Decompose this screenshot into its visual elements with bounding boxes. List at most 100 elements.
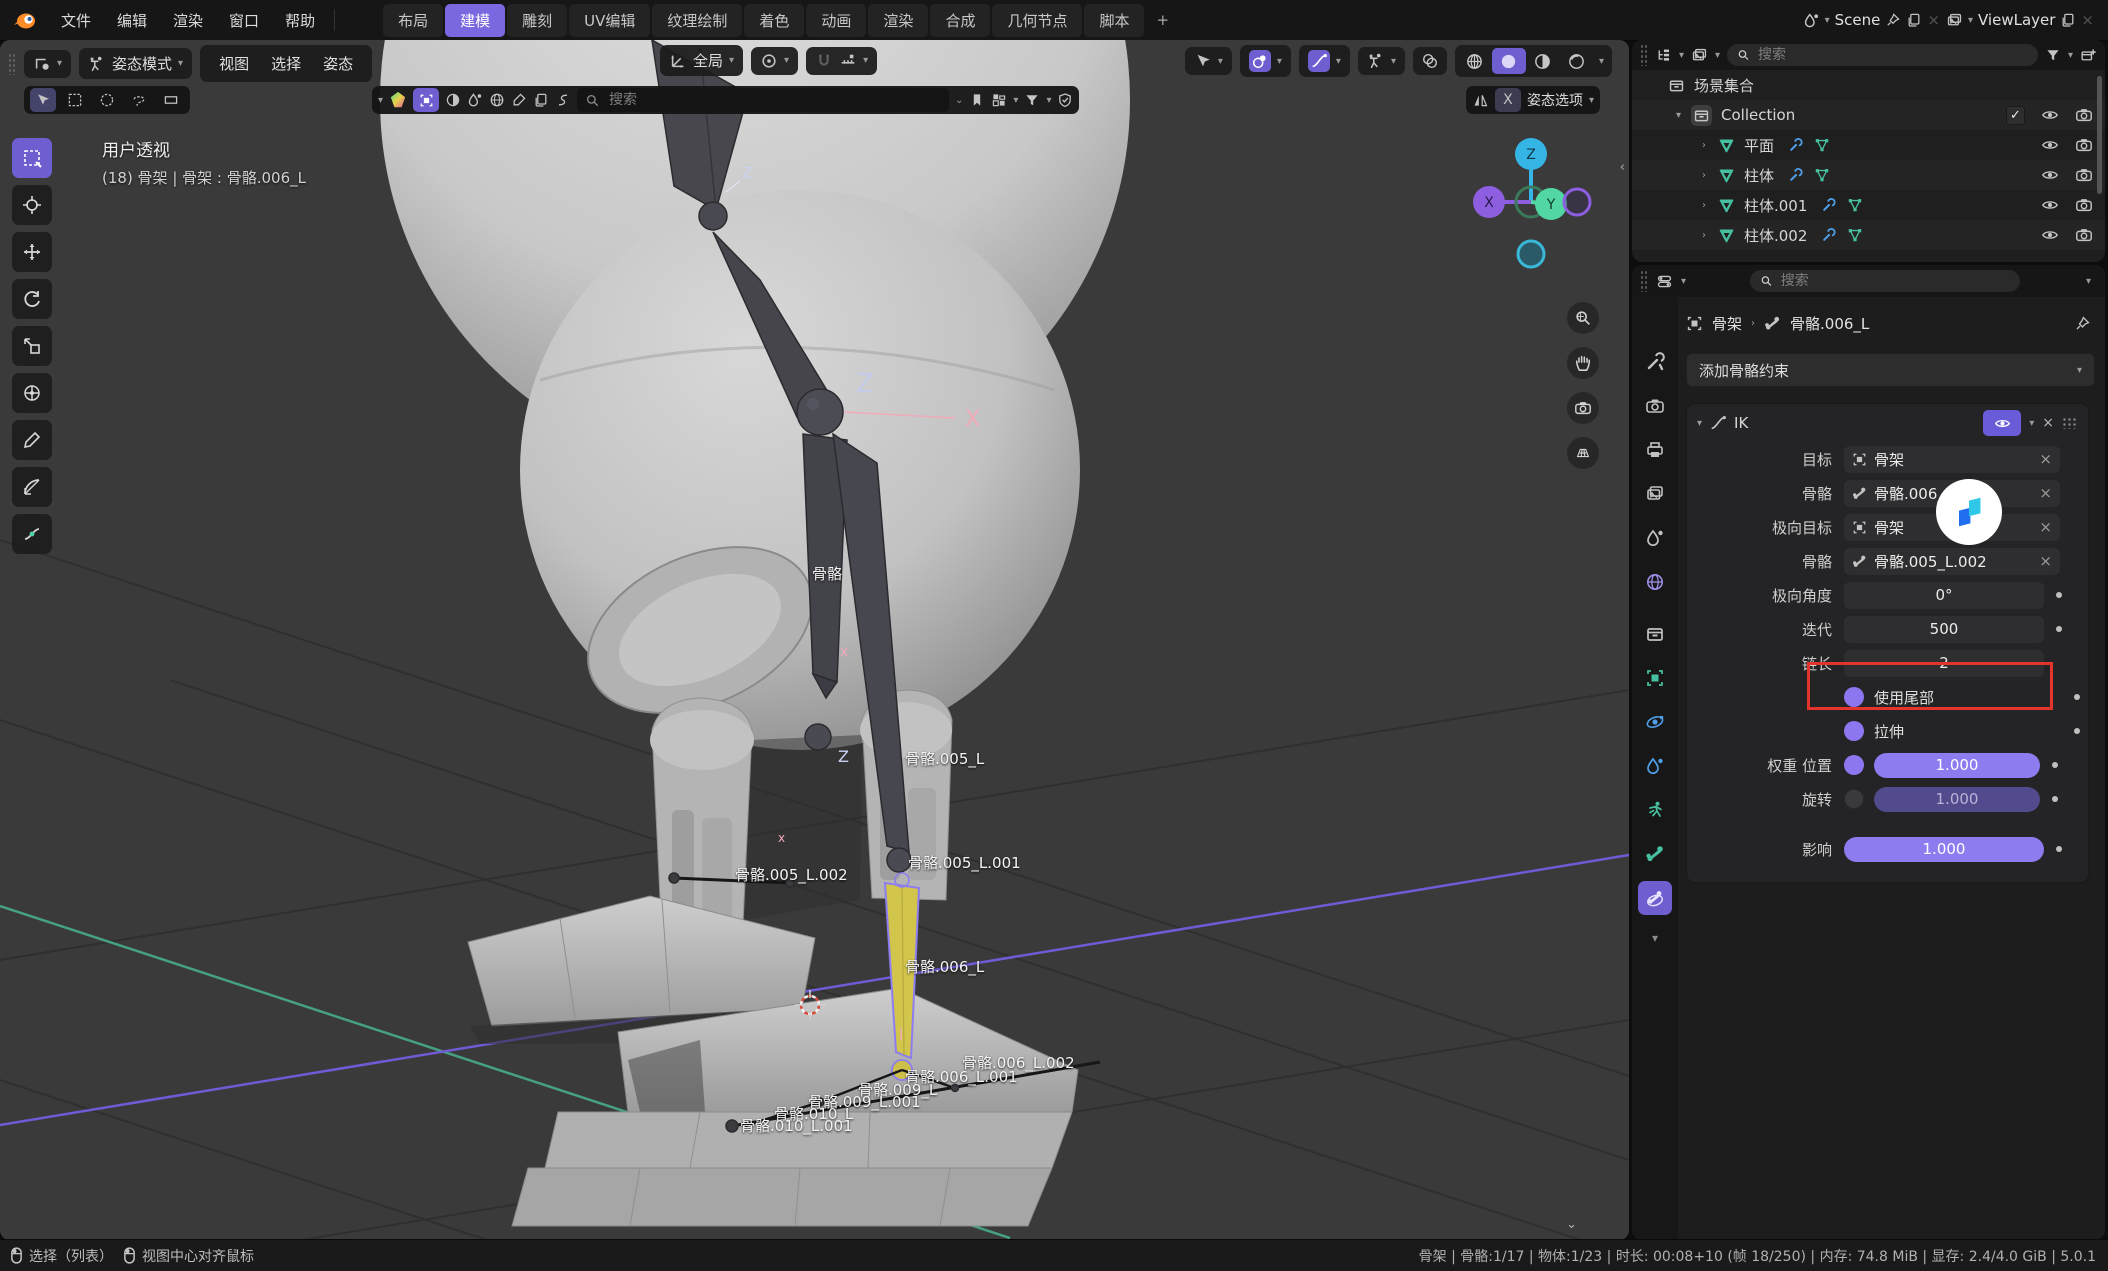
- viewport-canvas[interactable]: Z Z X Z x x: [0, 40, 1629, 1240]
- corner-resize-icon[interactable]: ⌄: [1566, 1217, 1577, 1232]
- add-workspace-button[interactable]: +: [1146, 5, 1179, 35]
- scene-collection-label[interactable]: 场景集合: [1694, 75, 1754, 96]
- shading-material-button[interactable]: [1526, 48, 1560, 74]
- rail-overflow-icon[interactable]: ▾: [1652, 931, 1658, 945]
- sidebar-toggle-icon[interactable]: ‹: [1620, 160, 1625, 175]
- drag-grip-icon[interactable]: [8, 53, 16, 75]
- select-extra-button[interactable]: [158, 88, 184, 112]
- scene-selector[interactable]: ▾ Scene ×: [1803, 11, 1940, 29]
- new-viewlayer-icon[interactable]: [2060, 12, 2076, 28]
- scene-collection-row[interactable]: 场景集合: [1632, 70, 2105, 100]
- drag-grip-icon[interactable]: [1640, 270, 1648, 292]
- bone-label[interactable]: 骨骼.005_L.001: [908, 852, 1021, 873]
- tool-measure[interactable]: [12, 467, 52, 507]
- ik-title[interactable]: IK: [1734, 414, 1748, 432]
- modifier-wrench-icon[interactable]: [1821, 197, 1837, 213]
- object-name[interactable]: 柱体: [1744, 165, 1774, 186]
- chevron-down-icon[interactable]: ▾: [2086, 276, 2091, 287]
- shading-wireframe-button[interactable]: [1458, 48, 1492, 74]
- viewlayer-name[interactable]: ViewLayer: [1978, 11, 2055, 29]
- iterations-field[interactable]: 500: [1844, 616, 2044, 643]
- mirror-x-toggle[interactable]: X: [1495, 88, 1521, 112]
- delete-constraint-icon[interactable]: ×: [2042, 415, 2054, 431]
- display-mode-icon[interactable]: [1691, 47, 1708, 64]
- select-tweak-button[interactable]: [30, 88, 56, 112]
- mode-dropdown[interactable]: 姿态模式 ▾: [79, 48, 192, 79]
- tab-bone-constraints[interactable]: [1638, 881, 1672, 915]
- workspace-tab-8[interactable]: 合成: [930, 4, 990, 37]
- workspace-tab-10[interactable]: 脚本: [1084, 4, 1144, 37]
- stroke-icon[interactable]: [555, 92, 571, 108]
- workspace-tab-0[interactable]: 布局: [383, 4, 443, 37]
- bone-label[interactable]: 骨骼.005_L: [905, 748, 984, 769]
- pages-icon[interactable]: [533, 92, 549, 108]
- pan-hand-button[interactable]: [1567, 347, 1599, 379]
- clear-icon[interactable]: ×: [2039, 552, 2052, 570]
- bookmark-icon[interactable]: [969, 92, 985, 108]
- new-collection-icon[interactable]: [2080, 47, 2097, 64]
- menu-pose[interactable]: 姿态: [313, 50, 363, 77]
- eye-icon[interactable]: [2041, 136, 2059, 154]
- constraint-enable-toggle[interactable]: [1983, 410, 2021, 436]
- gizmo-x[interactable]: X: [1484, 195, 1494, 211]
- outliner-search-input[interactable]: [1756, 46, 2028, 64]
- tab-output[interactable]: [1638, 433, 1672, 467]
- half-sphere-icon[interactable]: [445, 92, 461, 108]
- modifier-wrench-icon[interactable]: [1788, 167, 1804, 183]
- drag-grip-icon[interactable]: [1640, 44, 1648, 66]
- camera-icon[interactable]: [2075, 226, 2093, 244]
- mirror-icon[interactable]: [1472, 92, 1489, 109]
- brush-icon[interactable]: [511, 92, 527, 108]
- outliner-object-row[interactable]: ›平面: [1632, 130, 2105, 160]
- navigation-gizmo[interactable]: Z X Y: [1469, 132, 1593, 302]
- layout-icon[interactable]: [991, 92, 1007, 108]
- chevron-down-icon[interactable]: ▾: [378, 95, 383, 106]
- falloff-dropdown[interactable]: ▾: [1299, 45, 1350, 77]
- chevron-down-icon[interactable]: ▾: [1599, 56, 1604, 67]
- workspace-tab-5[interactable]: 着色: [744, 4, 804, 37]
- tool-search-input[interactable]: [607, 91, 941, 109]
- bone-label[interactable]: 骨骼.010_L.001: [740, 1115, 853, 1136]
- animate-dot[interactable]: [2052, 762, 2058, 768]
- blender-logo-icon[interactable]: [12, 7, 38, 33]
- outliner-object-row[interactable]: ›柱体.001: [1632, 190, 2105, 220]
- viewport-3d[interactable]: Z Z X Z x x: [0, 40, 1629, 1240]
- workspace-tab-7[interactable]: 渲染: [868, 4, 928, 37]
- add-bone-constraint-button[interactable]: 添加骨骼约束 ▾: [1686, 353, 2095, 387]
- workspace-tab-9[interactable]: 几何节点: [992, 4, 1082, 37]
- drag-handle-icon[interactable]: [2062, 417, 2078, 429]
- pin-icon[interactable]: [1885, 12, 1901, 28]
- bone-label[interactable]: 骨骼: [812, 563, 842, 584]
- proportional-icon[interactable]: [1249, 50, 1271, 72]
- tool-annotate[interactable]: [12, 420, 52, 460]
- snap-controls[interactable]: ▾: [806, 47, 877, 75]
- tab-object[interactable]: [1638, 661, 1672, 695]
- overlays-toggle[interactable]: [1413, 47, 1447, 75]
- rotation-slider[interactable]: 1.000: [1874, 787, 2040, 812]
- tool-move[interactable]: [12, 232, 52, 272]
- shading-solid-button[interactable]: [1492, 48, 1526, 74]
- modifier-wrench-icon[interactable]: [1788, 137, 1804, 153]
- shading-rendered-button[interactable]: [1560, 48, 1594, 74]
- workspace-tab-4[interactable]: 纹理绘制: [652, 4, 742, 37]
- eye-icon[interactable]: [2041, 226, 2059, 244]
- properties-editor-icon[interactable]: [1656, 273, 1673, 290]
- eye-icon[interactable]: [2041, 166, 2059, 184]
- selectability-dropdown[interactable]: ▾: [1185, 47, 1232, 75]
- menu-select[interactable]: 选择: [261, 50, 311, 77]
- pole-bone-field[interactable]: 骨骼.005_L.002 ×: [1844, 548, 2060, 575]
- use-tail-checkbox[interactable]: [1844, 687, 1864, 707]
- gizmo-minus-x[interactable]: [1564, 189, 1590, 215]
- workspace-tab-3[interactable]: UV编辑: [569, 4, 650, 37]
- animate-dot[interactable]: [2074, 728, 2080, 734]
- clear-icon[interactable]: ×: [2039, 518, 2052, 536]
- pose-display-dropdown[interactable]: ▾: [1358, 47, 1405, 75]
- tab-bone[interactable]: [1638, 837, 1672, 871]
- tab-scene[interactable]: [1638, 521, 1672, 555]
- tab-view-layer[interactable]: [1638, 477, 1672, 511]
- zoom-button[interactable]: +: [1567, 302, 1599, 334]
- chevron-down-icon[interactable]: ▾: [1697, 418, 1702, 429]
- workspace-tab-6[interactable]: 动画: [806, 4, 866, 37]
- animate-dot[interactable]: [2056, 626, 2062, 632]
- object-name[interactable]: 柱体.002: [1744, 225, 1807, 246]
